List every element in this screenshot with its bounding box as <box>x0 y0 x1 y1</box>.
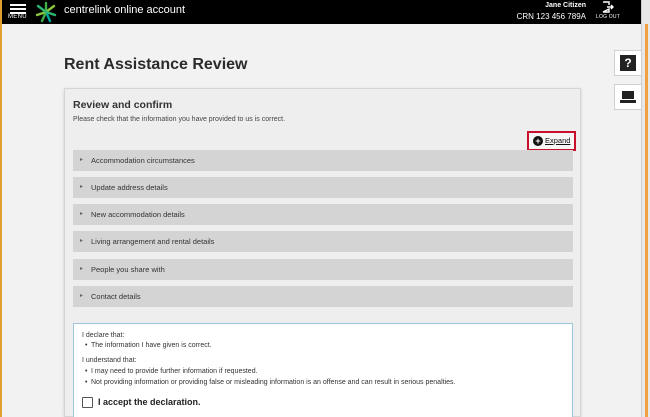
centrelink-logo-icon <box>34 1 58 23</box>
section-label: Living arrangement and rental details <box>91 237 215 246</box>
logout-label: LOG OUT <box>596 14 620 20</box>
declare-item: The information I have given is correct. <box>85 342 212 349</box>
help-icon: ? <box>620 55 636 71</box>
window-scrollbar[interactable] <box>641 0 650 417</box>
section-people-you-share-with[interactable]: ▸ People you share with <box>73 259 573 280</box>
page-title: Rent Assistance Review <box>64 56 248 73</box>
chevron-right-icon: ▸ <box>80 293 84 299</box>
section-accommodation-circumstances[interactable]: ▸ Accommodation circumstances <box>73 150 573 171</box>
user-crn: CRN 123 456 789A <box>516 12 586 21</box>
menu-icon-line <box>10 8 26 10</box>
top-header: MENU centrelink online account Jane Citi… <box>2 0 641 24</box>
window-frame-left <box>0 0 2 417</box>
computer-icon <box>620 91 636 103</box>
card-title: Review and confirm <box>73 99 173 111</box>
understand-heading: I understand that: <box>82 357 137 364</box>
app-title: centrelink online account <box>64 4 186 16</box>
understand-item: Not providing information or providing f… <box>85 379 455 386</box>
computer-button[interactable] <box>614 84 641 110</box>
menu-label: MENU <box>8 14 27 20</box>
section-label: Update address details <box>91 183 168 192</box>
section-update-address[interactable]: ▸ Update address details <box>73 177 573 198</box>
accept-declaration-label[interactable]: I accept the declaration. <box>98 397 201 407</box>
section-label: Accommodation circumstances <box>91 156 195 165</box>
accept-declaration-checkbox[interactable] <box>82 397 93 408</box>
chevron-right-icon: ▸ <box>80 157 84 163</box>
menu-icon-line <box>10 4 26 6</box>
section-label: People you share with <box>91 265 165 274</box>
section-living-arrangement[interactable]: ▸ Living arrangement and rental details <box>73 231 573 252</box>
help-button[interactable]: ? <box>614 50 641 76</box>
logout-icon <box>602 1 614 13</box>
chevron-right-icon: ▸ <box>80 266 84 272</box>
menu-button[interactable]: MENU <box>8 2 30 22</box>
chevron-right-icon: ▸ <box>80 184 84 190</box>
plus-circle-icon: + <box>533 136 543 146</box>
section-new-accommodation[interactable]: ▸ New accommodation details <box>73 204 573 225</box>
expand-button[interactable]: + Expand <box>527 131 576 151</box>
chevron-right-icon: ▸ <box>80 211 84 217</box>
declaration-box: I declare that: The information I have g… <box>73 323 573 417</box>
expand-label: Expand <box>545 136 571 145</box>
section-label: Contact details <box>91 292 141 301</box>
logout-button[interactable]: LOG OUT <box>595 1 621 23</box>
scrollbar-track[interactable] <box>645 24 648 417</box>
chevron-right-icon: ▸ <box>80 238 84 244</box>
user-name: Jane Citizen <box>545 2 586 9</box>
review-confirm-card: Review and confirm Please check that the… <box>64 88 581 417</box>
section-contact-details[interactable]: ▸ Contact details <box>73 286 573 307</box>
declare-heading: I declare that: <box>82 332 125 339</box>
section-label: New accommodation details <box>91 210 185 219</box>
understand-item: I may need to provide further informatio… <box>85 368 258 375</box>
card-subtitle: Please check that the information you ha… <box>73 116 286 123</box>
